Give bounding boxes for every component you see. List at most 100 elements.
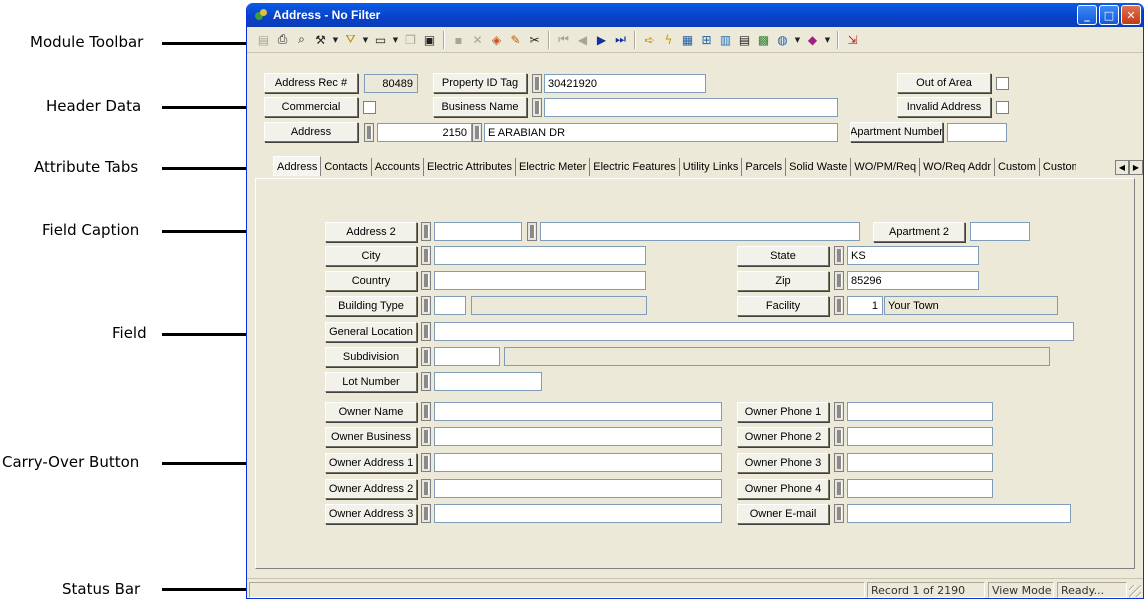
cut-icon[interactable]: ✂ — [526, 31, 543, 48]
next-record-icon[interactable]: ▶ — [593, 31, 610, 48]
maximize-button[interactable]: □ — [1099, 5, 1119, 25]
record-icon[interactable]: ▤ — [255, 31, 272, 48]
map-icon[interactable]: ▦ — [679, 31, 696, 48]
owner-address1-field[interactable] — [434, 453, 722, 472]
owner-phone2-field[interactable] — [847, 427, 993, 446]
chevron-down-icon[interactable]: ▼ — [331, 31, 340, 48]
business-name-button[interactable]: Business Name — [433, 97, 527, 117]
state-button[interactable]: State — [737, 246, 829, 266]
chevron-down-icon[interactable]: ▼ — [793, 31, 802, 48]
carry-over-button[interactable] — [834, 453, 844, 472]
resize-grip-icon[interactable] — [1129, 585, 1141, 597]
facility-button[interactable]: Facility — [737, 296, 829, 316]
document-icon[interactable]: ▭ — [372, 31, 389, 48]
carry-over-button[interactable] — [421, 402, 431, 421]
apartment2-field[interactable] — [970, 222, 1030, 241]
carry-over-button[interactable] — [532, 98, 542, 117]
carry-over-button[interactable] — [421, 372, 431, 391]
carry-over-button[interactable] — [834, 504, 844, 523]
carry-over-button[interactable] — [421, 271, 431, 290]
address2-street-field[interactable] — [540, 222, 860, 241]
last-record-icon[interactable]: ⏭ — [612, 31, 629, 48]
city-button[interactable]: City — [325, 246, 417, 266]
apartment-number-field[interactable] — [947, 123, 1007, 142]
carry-over-button[interactable] — [527, 222, 537, 241]
owner-address2-field[interactable] — [434, 479, 722, 498]
tab-parcels[interactable]: Parcels — [742, 158, 787, 176]
exit-icon[interactable]: ⇲ — [844, 31, 861, 48]
carry-over-button[interactable] — [421, 347, 431, 366]
previous-record-icon[interactable]: ◀ — [574, 31, 591, 48]
commercial-checkbox[interactable] — [363, 101, 376, 114]
minimize-button[interactable]: _ — [1077, 5, 1097, 25]
subdivision-code-field[interactable] — [434, 347, 500, 366]
carry-over-button[interactable] — [532, 74, 542, 93]
apartment2-button[interactable]: Apartment 2 — [873, 222, 965, 242]
carry-over-button[interactable] — [834, 427, 844, 446]
eraser-icon[interactable]: ◈ — [488, 31, 505, 48]
tab-scroll-right-icon[interactable]: ▶ — [1129, 160, 1143, 175]
address2-button[interactable]: Address 2 — [325, 222, 417, 242]
zip-field[interactable]: 85296 — [847, 271, 979, 290]
general-location-field[interactable] — [434, 322, 1074, 341]
tag-icon[interactable]: ◆ — [804, 31, 821, 48]
calculator-icon[interactable]: ▤ — [736, 31, 753, 48]
owner-name-button[interactable]: Owner Name — [325, 402, 417, 422]
address2-number-field[interactable] — [434, 222, 522, 241]
building-type-button[interactable]: Building Type — [325, 296, 417, 316]
owner-phone1-field[interactable] — [847, 402, 993, 421]
form-icon[interactable]: ▣ — [421, 31, 438, 48]
carry-over-button[interactable] — [421, 427, 431, 446]
property-id-button[interactable]: Property ID Tag — [433, 73, 527, 93]
street-number-field[interactable]: 2150 — [377, 123, 472, 142]
carry-over-button[interactable] — [364, 123, 374, 142]
state-field[interactable]: KS — [847, 246, 979, 265]
owner-phone1-button[interactable]: Owner Phone 1 — [737, 402, 829, 422]
owner-phone3-field[interactable] — [847, 453, 993, 472]
out-of-area-checkbox[interactable] — [996, 77, 1009, 90]
delete-icon[interactable]: ✕ — [469, 31, 486, 48]
image-icon[interactable]: ▩ — [755, 31, 772, 48]
tools-icon[interactable]: ⚒ — [312, 31, 329, 48]
out-of-area-button[interactable]: Out of Area — [897, 73, 991, 93]
printer-icon[interactable]: ⎙ — [274, 31, 291, 48]
address-rec-button[interactable]: Address Rec # — [264, 73, 358, 93]
lightning-icon[interactable]: ϟ — [660, 31, 677, 48]
arrow-icon[interactable]: ➪ — [641, 31, 658, 48]
carry-over-button[interactable] — [421, 479, 431, 498]
building-type-code-field[interactable] — [434, 296, 466, 315]
subdivision-button[interactable]: Subdivision — [325, 347, 417, 367]
copy-record-icon[interactable]: ❐ — [402, 31, 419, 48]
owner-address3-button[interactable]: Owner Address 3 — [325, 504, 417, 524]
carry-over-button[interactable] — [472, 123, 482, 142]
pencil-icon[interactable]: ✎ — [507, 31, 524, 48]
chevron-down-icon[interactable]: ▼ — [361, 31, 370, 48]
owner-phone3-button[interactable]: Owner Phone 3 — [737, 453, 829, 473]
tab-custom[interactable]: Custom — [995, 158, 1040, 176]
tab-wo-pm-req[interactable]: WO/PM/Req — [851, 158, 921, 176]
carry-over-button[interactable] — [421, 246, 431, 265]
tab-utility-links[interactable]: Utility Links — [680, 158, 743, 176]
invalid-address-button[interactable]: Invalid Address — [897, 97, 991, 117]
owner-email-button[interactable]: Owner E-mail — [737, 504, 829, 524]
carry-over-button[interactable] — [834, 271, 844, 290]
globe-icon[interactable]: ◍ — [774, 31, 791, 48]
first-record-icon[interactable]: ⏮ — [555, 31, 572, 48]
facility-number-field[interactable]: 1 — [847, 296, 883, 315]
tab-electric-features[interactable]: Electric Features — [590, 158, 680, 176]
owner-email-field[interactable] — [847, 504, 1071, 523]
carry-over-button[interactable] — [421, 453, 431, 472]
carry-over-button[interactable] — [421, 222, 431, 241]
chart-icon[interactable]: ▥ — [717, 31, 734, 48]
chevron-down-icon[interactable]: ▼ — [391, 31, 400, 48]
business-name-field[interactable] — [544, 98, 838, 117]
invalid-address-checkbox[interactable] — [996, 101, 1009, 114]
owner-address1-button[interactable]: Owner Address 1 — [325, 453, 417, 473]
owner-address3-field[interactable] — [434, 504, 722, 523]
zoom-icon[interactable]: ⌕ — [293, 31, 310, 48]
close-button[interactable]: ✕ — [1121, 5, 1141, 25]
owner-address2-button[interactable]: Owner Address 2 — [325, 479, 417, 499]
carry-over-button[interactable] — [421, 296, 431, 315]
owner-phone4-button[interactable]: Owner Phone 4 — [737, 479, 829, 499]
commercial-button[interactable]: Commercial — [264, 97, 358, 117]
